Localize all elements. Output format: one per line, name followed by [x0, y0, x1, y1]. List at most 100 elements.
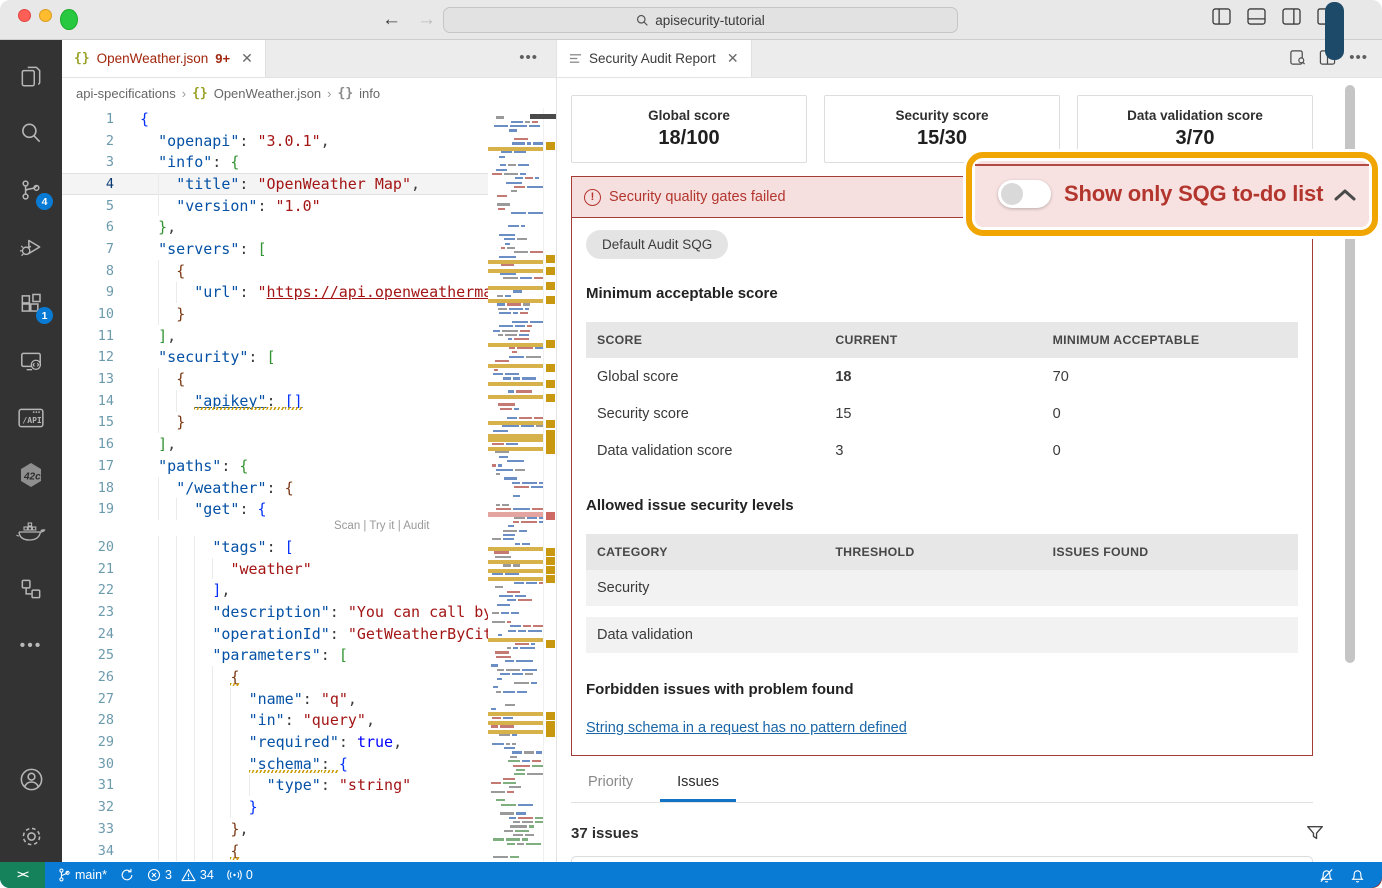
forbidden-issue-link[interactable]: String schema in a request has no patter…: [586, 720, 907, 736]
code-line[interactable]: 26{: [62, 666, 488, 688]
report-tab-priority[interactable]: Priority: [571, 766, 650, 802]
minimize-window-button[interactable]: [39, 9, 52, 22]
code-line[interactable]: 23"description": "You can call by ci: [62, 601, 488, 623]
docker-icon[interactable]: [7, 508, 55, 556]
code-line[interactable]: 34{: [62, 840, 488, 862]
more-actions-icon[interactable]: •••: [1349, 49, 1368, 66]
code-line[interactable]: 9"url": "https://api.openweathermap.o: [62, 282, 488, 304]
problems-item[interactable]: 3 34: [147, 868, 214, 882]
toggle-panel-icon[interactable]: [1247, 8, 1266, 25]
line-number: 2: [62, 133, 118, 149]
line-number: 11: [62, 328, 118, 344]
code-line[interactable]: 25"parameters": [: [62, 645, 488, 667]
chevron-up-icon[interactable]: [1333, 187, 1357, 202]
run-debug-icon[interactable]: [7, 223, 55, 271]
code-line[interactable]: 7"servers": [: [62, 238, 488, 260]
code-line[interactable]: 15}: [62, 412, 488, 434]
search-text: apisecurity-tutorial: [655, 13, 765, 28]
line-number: 34: [62, 843, 118, 859]
code-line[interactable]: 20"tags": [: [62, 536, 488, 558]
status-bar: >< main* 3 34 0: [0, 862, 1382, 888]
code-line[interactable]: 18"/weather": {: [62, 477, 488, 499]
minimap[interactable]: [488, 108, 543, 862]
close-window-button[interactable]: [18, 9, 31, 22]
table-row: Data validation: [586, 617, 1298, 653]
code-line[interactable]: 17"paths": {: [62, 455, 488, 477]
remote-indicator[interactable]: ><: [0, 862, 45, 888]
code-line[interactable]: 24"operationId": "GetWeatherByCityN: [62, 623, 488, 645]
remote-explorer-icon[interactable]: [7, 337, 55, 385]
open-preview-icon[interactable]: [1289, 49, 1306, 66]
code-line[interactable]: 33},: [62, 818, 488, 840]
codelens-actions[interactable]: Scan | Try it | Audit: [62, 520, 488, 536]
close-tab-icon[interactable]: ✕: [727, 50, 739, 67]
close-tab-icon[interactable]: ✕: [241, 50, 253, 67]
bell-slash-icon[interactable]: [1318, 867, 1335, 884]
code-line[interactable]: 14"apikey": []: [62, 390, 488, 412]
overview-ruler[interactable]: [543, 108, 556, 862]
code-line[interactable]: 16],: [62, 433, 488, 455]
back-arrow-icon[interactable]: ←: [382, 9, 401, 31]
symbols-icon[interactable]: [7, 565, 55, 613]
object-symbol-icon: {}: [338, 86, 354, 101]
code-line[interactable]: 11],: [62, 325, 488, 347]
minimap-slider[interactable]: [530, 114, 556, 119]
more-views-icon[interactable]: •••: [7, 622, 55, 670]
code-line[interactable]: 19"get": {: [62, 498, 488, 520]
line-number: 9: [62, 284, 118, 300]
line-number: 24: [62, 626, 118, 642]
sync-item[interactable]: [120, 868, 134, 882]
code-line[interactable]: 21"weather": [62, 558, 488, 580]
tab-openweather-json[interactable]: {} OpenWeather.json 9+ ✕: [62, 40, 266, 77]
code-line[interactable]: 30"schema": {: [62, 753, 488, 775]
code-line[interactable]: 27"name": "q",: [62, 688, 488, 710]
extensions-icon[interactable]: 1: [7, 280, 55, 328]
report-tabs: Priority Issues: [571, 766, 1313, 803]
code-line[interactable]: 13{: [62, 368, 488, 390]
breadcrumb-file[interactable]: OpenWeather.json: [214, 86, 321, 101]
code-line[interactable]: 28"in": "query",: [62, 710, 488, 732]
maximize-window-button[interactable]: [60, 9, 78, 31]
code-line[interactable]: 22],: [62, 579, 488, 601]
bell-icon[interactable]: [1349, 867, 1366, 884]
code-line[interactable]: 10}: [62, 303, 488, 325]
openapi-icon[interactable]: /API: [7, 394, 55, 442]
line-number: 25: [62, 647, 118, 663]
svg-text:/API: /API: [22, 416, 42, 425]
code-line[interactable]: 31"type": "string": [62, 775, 488, 797]
line-number: 31: [62, 777, 118, 793]
line-number: 13: [62, 371, 118, 387]
settings-gear-icon[interactable]: [7, 812, 55, 860]
toggle-primary-sidebar-icon[interactable]: [1212, 8, 1231, 25]
code-line[interactable]: 32}: [62, 796, 488, 818]
webview-scrollbar-top[interactable]: [1325, 2, 1344, 60]
code-line[interactable]: 2"openapi": "3.0.1",: [62, 130, 488, 152]
toggle-secondary-sidebar-icon[interactable]: [1282, 8, 1301, 25]
code-line[interactable]: 1{: [62, 108, 488, 130]
command-center-search[interactable]: apisecurity-tutorial: [443, 7, 958, 33]
code-editor[interactable]: 1{2"openapi": "3.0.1",3"info": {4"title"…: [62, 108, 556, 862]
search-sidebar-icon[interactable]: [7, 109, 55, 157]
code-line[interactable]: 5"version": "1.0": [62, 195, 488, 217]
branch-item[interactable]: main*: [58, 868, 107, 882]
code-line[interactable]: 8{: [62, 260, 488, 282]
code-line[interactable]: 3"info": {: [62, 151, 488, 173]
sqg-todo-toggle[interactable]: [998, 180, 1051, 208]
code-line[interactable]: 12"security": [: [62, 347, 488, 369]
account-icon[interactable]: [7, 755, 55, 803]
code-line[interactable]: 6},: [62, 216, 488, 238]
code-line[interactable]: 4"title": "OpenWeather Map",: [62, 173, 488, 195]
svg-text:42c: 42c: [23, 472, 41, 483]
source-control-icon[interactable]: 4: [7, 166, 55, 214]
explorer-icon[interactable]: [7, 52, 55, 100]
42crunch-icon[interactable]: 42c: [7, 451, 55, 499]
breadcrumb-folder[interactable]: api-specifications: [76, 86, 176, 101]
filter-icon[interactable]: [1305, 823, 1325, 843]
code-line[interactable]: 29"required": true,: [62, 731, 488, 753]
tab-security-audit-report[interactable]: Security Audit Report ✕: [557, 40, 752, 77]
report-tab-issues[interactable]: Issues: [660, 766, 736, 802]
left-tab-strip: {} OpenWeather.json 9+ ✕ •••: [62, 40, 556, 78]
editor-actions-more-icon[interactable]: •••: [519, 49, 538, 66]
breadcrumb-symbol[interactable]: info: [359, 86, 380, 101]
ports-item[interactable]: 0: [227, 868, 253, 882]
